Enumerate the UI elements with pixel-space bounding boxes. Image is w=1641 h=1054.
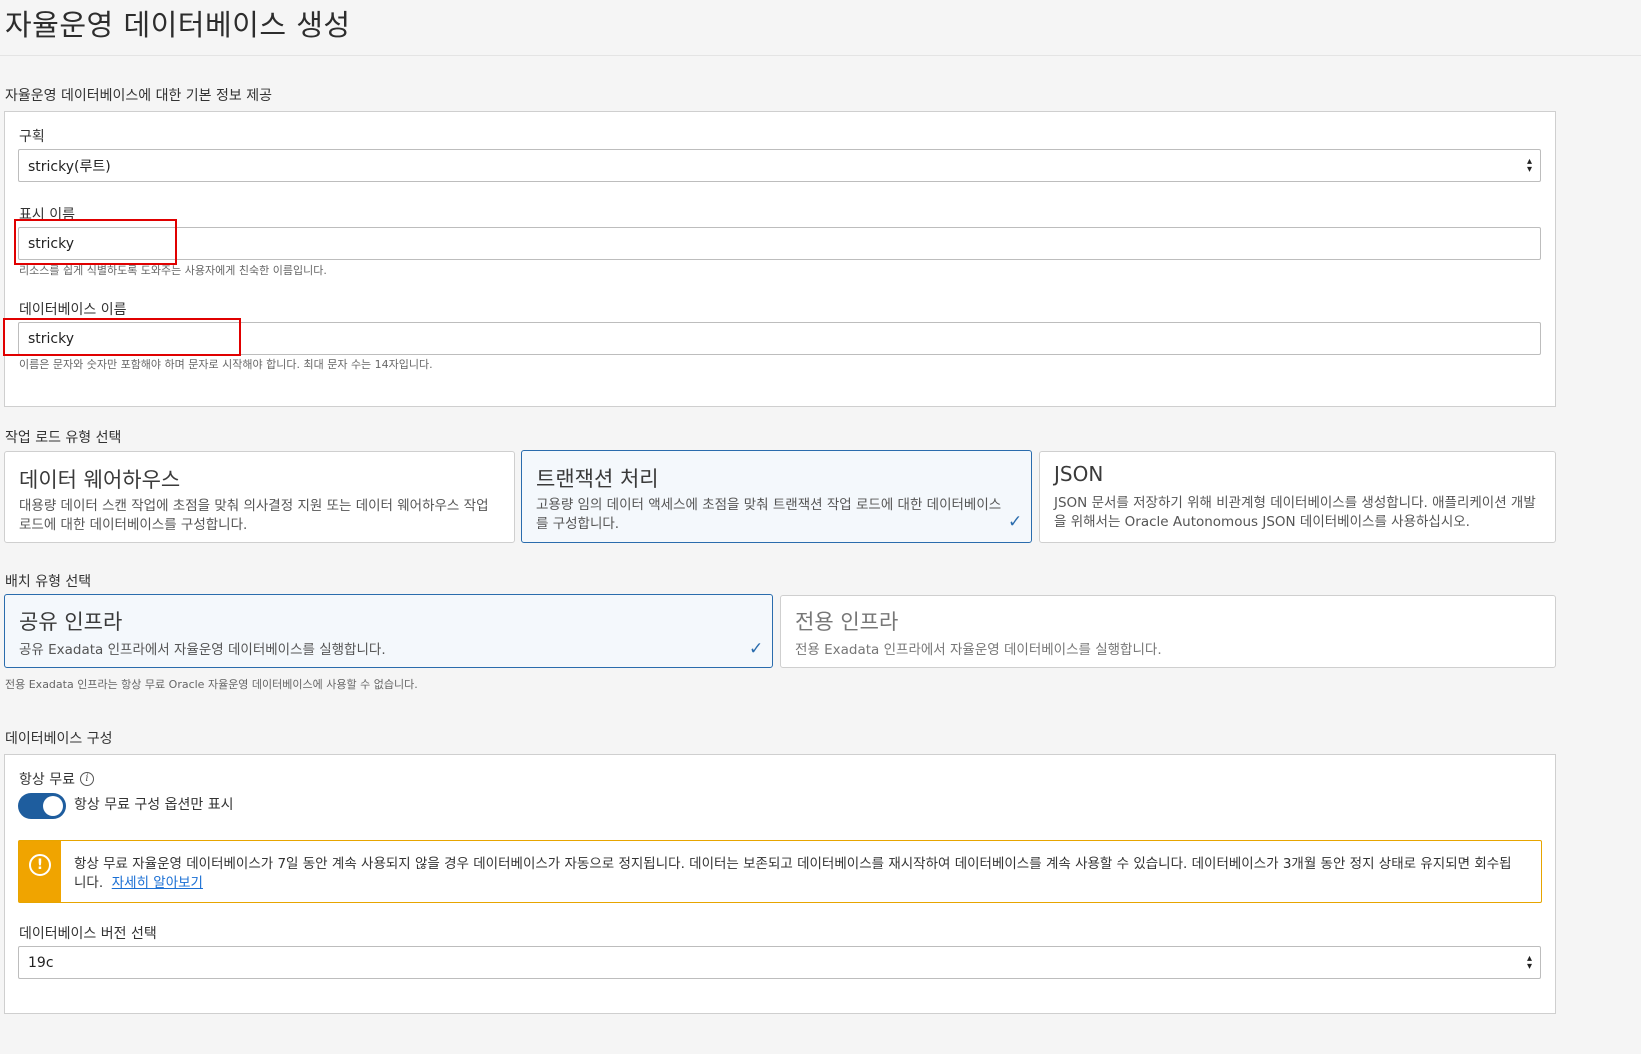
selected-check-icon: ✓: [749, 639, 764, 659]
warning-text: 항상 무료 자율운영 데이터베이스가 7일 동안 계속 사용되지 않을 경우 데…: [74, 856, 1512, 891]
title-divider: [0, 55, 1641, 56]
page-title: 자율운영 데이터베이스 생성: [5, 8, 351, 42]
db-name-helper: 이름은 문자와 숫자만 포함해야 하며 문자로 시작해야 합니다. 최대 문자 …: [19, 358, 433, 371]
deployment-card-dedicated[interactable]: 전용 인프라 전용 Exadata 인프라에서 자율운영 데이터베이스를 실행합…: [780, 595, 1556, 668]
warning-message: 항상 무료 자율운영 데이터베이스가 7일 동안 계속 사용되지 않을 경우 데…: [74, 855, 1523, 893]
info-icon[interactable]: i: [79, 772, 94, 786]
card-description: 공유 Exadata 인프라에서 자율운영 데이터베이스를 실행합니다.: [19, 642, 386, 658]
workload-card-transaction-processing[interactable]: 트랜잭션 처리 고용량 임의 데이터 액세스에 초점을 맞춰 트랜잭션 작업 로…: [521, 450, 1032, 543]
display-name-input[interactable]: stricky: [18, 227, 1541, 260]
warning-icon: !: [29, 854, 51, 876]
basic-info-section-label: 자율운영 데이터베이스에 대한 기본 정보 제공: [5, 88, 272, 104]
deployment-note: 전용 Exadata 인프라는 항상 무료 Oracle 자율운영 데이터베이스…: [5, 678, 418, 691]
card-title: 데이터 웨어하우스: [19, 468, 181, 492]
db-config-section-label: 데이터베이스 구성: [5, 731, 113, 747]
card-description: JSON 문서를 저장하기 위해 비관계형 데이터베이스를 생성합니다. 애플리…: [1054, 495, 1536, 530]
card-title: JSON: [1054, 462, 1104, 486]
always-free-toggle[interactable]: [18, 793, 66, 819]
select-chevrons-icon: ▴ ▾: [1526, 155, 1532, 175]
workload-card-json[interactable]: JSON JSON 문서를 저장하기 위해 비관계형 데이터베이스를 생성합니다…: [1039, 451, 1556, 543]
highlight-box-db-name: [3, 318, 241, 356]
card-description: 전용 Exadata 인프라에서 자율운영 데이터베이스를 실행합니다.: [795, 642, 1162, 658]
compartment-value: stricky(루트): [28, 158, 111, 175]
learn-more-link[interactable]: 자세히 알아보기: [112, 875, 203, 891]
select-chevrons-icon: ▴ ▾: [1526, 952, 1532, 972]
always-free-warning: ! 항상 무료 자율운영 데이터베이스가 7일 동안 계속 사용되지 않을 경우…: [18, 840, 1542, 903]
db-name-input[interactable]: stricky: [18, 322, 1541, 355]
compartment-label: 구획: [19, 129, 45, 145]
toggle-knob: [43, 796, 63, 816]
db-version-value: 19c: [28, 954, 54, 971]
db-version-select[interactable]: 19c ▴ ▾: [18, 946, 1541, 979]
always-free-toggle-label: 항상 무료 구성 옵션만 표시: [74, 797, 234, 813]
card-title: 전용 인프라: [795, 610, 899, 634]
db-version-label: 데이터베이스 버전 선택: [19, 926, 157, 942]
workload-card-data-warehouse[interactable]: 데이터 웨어하우스 대용량 데이터 스캔 작업에 초점을 맞춰 의사결정 지원 …: [4, 451, 515, 543]
card-description: 대용량 데이터 스캔 작업에 초점을 맞춰 의사결정 지원 또는 데이터 웨어하…: [19, 498, 489, 533]
always-free-row: 항상 무료 i: [19, 769, 94, 789]
card-description: 고용량 임의 데이터 액세스에 초점을 맞춰 트랜잭션 작업 로드에 대한 데이…: [536, 497, 1002, 532]
always-free-label: 항상 무료: [19, 772, 75, 788]
card-title: 공유 인프라: [19, 610, 123, 634]
compartment-select[interactable]: stricky(루트) ▴ ▾: [18, 149, 1541, 182]
db-name-label: 데이터베이스 이름: [19, 302, 127, 318]
workload-section-label: 작업 로드 유형 선택: [5, 430, 122, 446]
highlight-box-display-name: [14, 219, 177, 265]
card-title: 트랜잭션 처리: [536, 467, 659, 491]
deployment-section-label: 배치 유형 선택: [5, 574, 92, 590]
selected-check-icon: ✓: [1008, 512, 1023, 532]
deployment-card-shared[interactable]: 공유 인프라 공유 Exadata 인프라에서 자율운영 데이터베이스를 실행합…: [4, 594, 773, 668]
